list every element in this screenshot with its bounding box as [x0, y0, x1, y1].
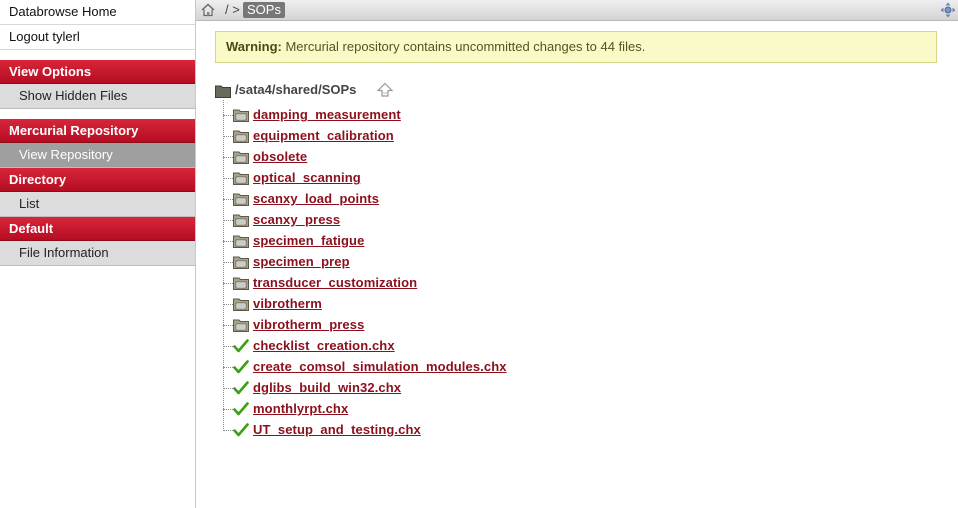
sidebar: Databrowse Home Logout tylerl View Optio… [0, 0, 196, 508]
file-link[interactable]: dglibs_build_win32.chx [253, 380, 401, 395]
section-header-view-options: View Options [0, 60, 195, 84]
tree-branch [223, 199, 233, 200]
tree-branch [223, 367, 233, 368]
file-link[interactable]: checklist_creation.chx [253, 338, 395, 353]
folder-icon [233, 214, 249, 227]
breadcrumb-separator: / > [225, 2, 240, 17]
folder-icon [233, 319, 249, 332]
tree-branch [223, 178, 233, 179]
section-header-default: Default [0, 217, 195, 241]
file-link[interactable]: create_comsol_simulation_modules.chx [253, 359, 507, 374]
check-icon [233, 339, 249, 353]
tree-branch [223, 136, 233, 137]
folder-link[interactable]: specimen_prep [253, 254, 350, 269]
warning-label: Warning: [226, 39, 282, 54]
sidebar-item-show-hidden-files[interactable]: Show Hidden Files [0, 84, 195, 109]
tree-branch [223, 346, 233, 347]
tree-branch [223, 409, 233, 410]
folder-icon [233, 130, 249, 143]
up-directory-icon[interactable] [376, 82, 394, 98]
warning-message: Mercurial repository contains uncommitte… [285, 39, 646, 54]
sidebar-item-file-information[interactable]: File Information [0, 241, 195, 266]
tree-branch [223, 388, 233, 389]
folder-link[interactable]: obsolete [253, 149, 307, 164]
file-link[interactable]: UT_setup_and_testing.chx [253, 422, 421, 437]
file-link[interactable]: monthlyrpt.chx [253, 401, 348, 416]
expand-icon[interactable] [940, 2, 956, 18]
check-icon [233, 360, 249, 374]
folder-link[interactable]: damping_measurement [253, 107, 401, 122]
folder-icon [233, 172, 249, 185]
root-path: /sata4/shared/SOPs [235, 82, 357, 97]
logout-link[interactable]: Logout tylerl [0, 25, 195, 50]
sidebar-item-list[interactable]: List [0, 192, 195, 217]
tree-branch [223, 241, 233, 242]
folder-icon [233, 298, 249, 311]
check-icon [233, 423, 249, 437]
tree-connector [223, 100, 225, 431]
folder-link[interactable]: optical_scanning [253, 170, 361, 185]
tree-branch [223, 262, 233, 263]
folder-link[interactable]: transducer_customization [253, 275, 417, 290]
folder-icon [233, 151, 249, 164]
section-header-directory: Directory [0, 168, 195, 192]
folder-link[interactable]: vibrotherm_press [253, 317, 364, 332]
tree-branch [223, 430, 233, 431]
folder-link[interactable]: scanxy_press [253, 212, 340, 227]
folder-link[interactable]: specimen_fatigue [253, 233, 364, 248]
breadcrumb: / > SOPs [196, 0, 958, 21]
folder-link[interactable]: equipment_calibration [253, 128, 394, 143]
warning-banner: Warning: Mercurial repository contains u… [215, 31, 937, 63]
home-icon[interactable] [200, 2, 216, 18]
tree-branch [223, 325, 233, 326]
tree-branch [223, 157, 233, 158]
folder-icon [215, 85, 231, 98]
databrowse-home-link[interactable]: Databrowse Home [0, 0, 195, 25]
tree-branch [223, 304, 233, 305]
folder-icon [233, 193, 249, 206]
section-header-mercurial-repository: Mercurial Repository [0, 119, 195, 143]
folder-link[interactable]: scanxy_load_points [253, 191, 379, 206]
tree-branch [223, 220, 233, 221]
tree-branch [223, 283, 233, 284]
folder-icon [233, 256, 249, 269]
folder-icon [233, 235, 249, 248]
tree-branch [223, 115, 233, 116]
folder-icon [233, 277, 249, 290]
folder-link[interactable]: vibrotherm [253, 296, 322, 311]
sidebar-item-view-repository[interactable]: View Repository [0, 143, 195, 168]
breadcrumb-current[interactable]: SOPs [243, 2, 285, 18]
check-icon [233, 381, 249, 395]
folder-icon [233, 109, 249, 122]
check-icon [233, 402, 249, 416]
